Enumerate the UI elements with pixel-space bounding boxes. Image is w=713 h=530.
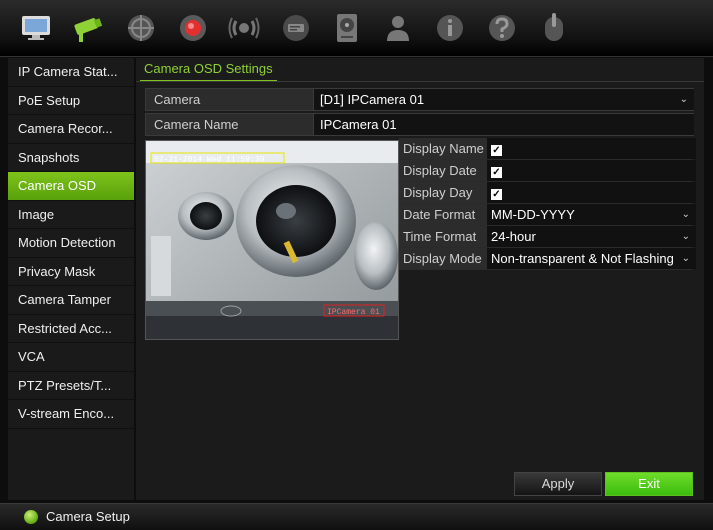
display-name-label: Display Name	[399, 138, 487, 159]
sidebar-item-restricted-access[interactable]: Restricted Acc...	[8, 315, 134, 343]
display-day-checkbox[interactable]: ✓	[491, 189, 502, 200]
camera-label: Camera	[146, 89, 313, 110]
sidebar-item-snapshots[interactable]: Snapshots	[8, 144, 134, 172]
hdd-icon[interactable]	[329, 10, 365, 46]
chevron-down-icon: ⌄	[681, 231, 690, 242]
settings-sidebar: IP Camera Stat... PoE Setup Camera Recor…	[8, 58, 134, 500]
date-format-label: Date Format	[399, 204, 487, 225]
date-format-row: Date Format MM-DD-YYYY ⌄	[399, 204, 696, 226]
osd-datetime-overlay: 02-21-2014 Wed 11:59:39	[154, 156, 265, 165]
time-format-select[interactable]: 24-hour ⌄	[487, 226, 696, 247]
display-date-row: Display Date ✓	[399, 160, 696, 182]
help-icon[interactable]	[484, 10, 520, 46]
sidebar-item-camera-tamper[interactable]: Camera Tamper	[8, 286, 134, 315]
sidebar-item-ip-camera-status[interactable]: IP Camera Stat...	[8, 58, 134, 87]
chevron-down-icon: ⌄	[681, 253, 690, 264]
camera-select-value: [D1] IPCamera 01	[320, 92, 425, 107]
user-icon[interactable]	[380, 10, 416, 46]
display-day-label: Display Day	[399, 182, 487, 203]
display-mode-value: Non-transparent & Not Flashing	[491, 251, 674, 266]
top-toolbar	[0, 0, 713, 57]
sidebar-item-camera-osd[interactable]: Camera OSD	[8, 172, 134, 201]
tab-divider	[136, 81, 704, 82]
display-name-checkbox[interactable]: ✓	[491, 145, 502, 156]
display-date-checkbox-cell: ✓	[487, 160, 696, 181]
camera-select[interactable]: [D1] IPCamera 01 ⌄	[313, 89, 694, 110]
display-name-checkbox-cell: ✓	[487, 138, 696, 159]
time-format-value: 24-hour	[491, 229, 536, 244]
display-date-checkbox[interactable]: ✓	[491, 167, 502, 178]
sidebar-item-camera-recording[interactable]: Camera Recor...	[8, 115, 134, 144]
sidebar-item-poe-setup[interactable]: PoE Setup	[8, 87, 134, 115]
device-icon[interactable]	[278, 10, 314, 46]
camera-name-label: Camera Name	[146, 114, 313, 135]
display-mode-label: Display Mode	[399, 248, 487, 269]
sidebar-item-privacy-mask[interactable]: Privacy Mask	[8, 258, 134, 286]
camera-name-row: Camera Name IPCamera 01	[145, 113, 694, 136]
display-day-checkbox-cell: ✓	[487, 182, 696, 203]
camera-icon[interactable]	[70, 10, 106, 46]
camera-preview-image: 02-21-2014 Wed 11:59:39 IPCamera 01	[146, 141, 398, 339]
display-mode-row: Display Mode Non-transparent & Not Flash…	[399, 248, 696, 270]
camera-name-input[interactable]: IPCamera 01	[313, 114, 694, 135]
sidebar-item-vstream-encoding[interactable]: V-stream Enco...	[8, 400, 134, 429]
exit-button[interactable]: Exit	[605, 472, 693, 496]
status-indicator-icon	[24, 510, 38, 524]
power-icon[interactable]	[536, 10, 572, 46]
network-icon[interactable]	[123, 10, 159, 46]
sidebar-item-vca[interactable]: VCA	[8, 343, 134, 372]
display-mode-select[interactable]: Non-transparent & Not Flashing ⌄	[487, 248, 696, 269]
status-text: Camera Setup	[46, 509, 130, 524]
time-format-row: Time Format 24-hour ⌄	[399, 226, 696, 248]
monitor-icon[interactable]	[18, 10, 54, 46]
camera-select-row: Camera [D1] IPCamera 01 ⌄	[145, 88, 694, 111]
display-date-label: Display Date	[399, 160, 487, 181]
sidebar-item-motion-detection[interactable]: Motion Detection	[8, 229, 134, 258]
sidebar-item-image[interactable]: Image	[8, 201, 134, 229]
info-icon[interactable]	[432, 10, 468, 46]
alarm-icon[interactable]	[226, 10, 262, 46]
record-icon[interactable]	[175, 10, 211, 46]
time-format-label: Time Format	[399, 226, 487, 247]
display-day-row: Display Day ✓	[399, 182, 696, 204]
status-bar: Camera Setup	[0, 503, 713, 530]
sidebar-item-ptz-presets[interactable]: PTZ Presets/T...	[8, 372, 134, 400]
tab-camera-osd-settings[interactable]: Camera OSD Settings	[140, 58, 277, 82]
osd-camera-name-overlay: IPCamera 01	[327, 308, 380, 317]
chevron-down-icon: ⌄	[679, 94, 688, 105]
date-format-value: MM-DD-YYYY	[491, 207, 575, 222]
camera-osd-panel: Camera OSD Settings Camera [D1] IPCamera…	[136, 58, 704, 500]
apply-button[interactable]: Apply	[514, 472, 602, 496]
camera-preview[interactable]: 02-21-2014 Wed 11:59:39 IPCamera 01	[145, 140, 399, 340]
date-format-select[interactable]: MM-DD-YYYY ⌄	[487, 204, 696, 225]
chevron-down-icon: ⌄	[681, 209, 690, 220]
display-name-row: Display Name ✓	[399, 138, 696, 160]
